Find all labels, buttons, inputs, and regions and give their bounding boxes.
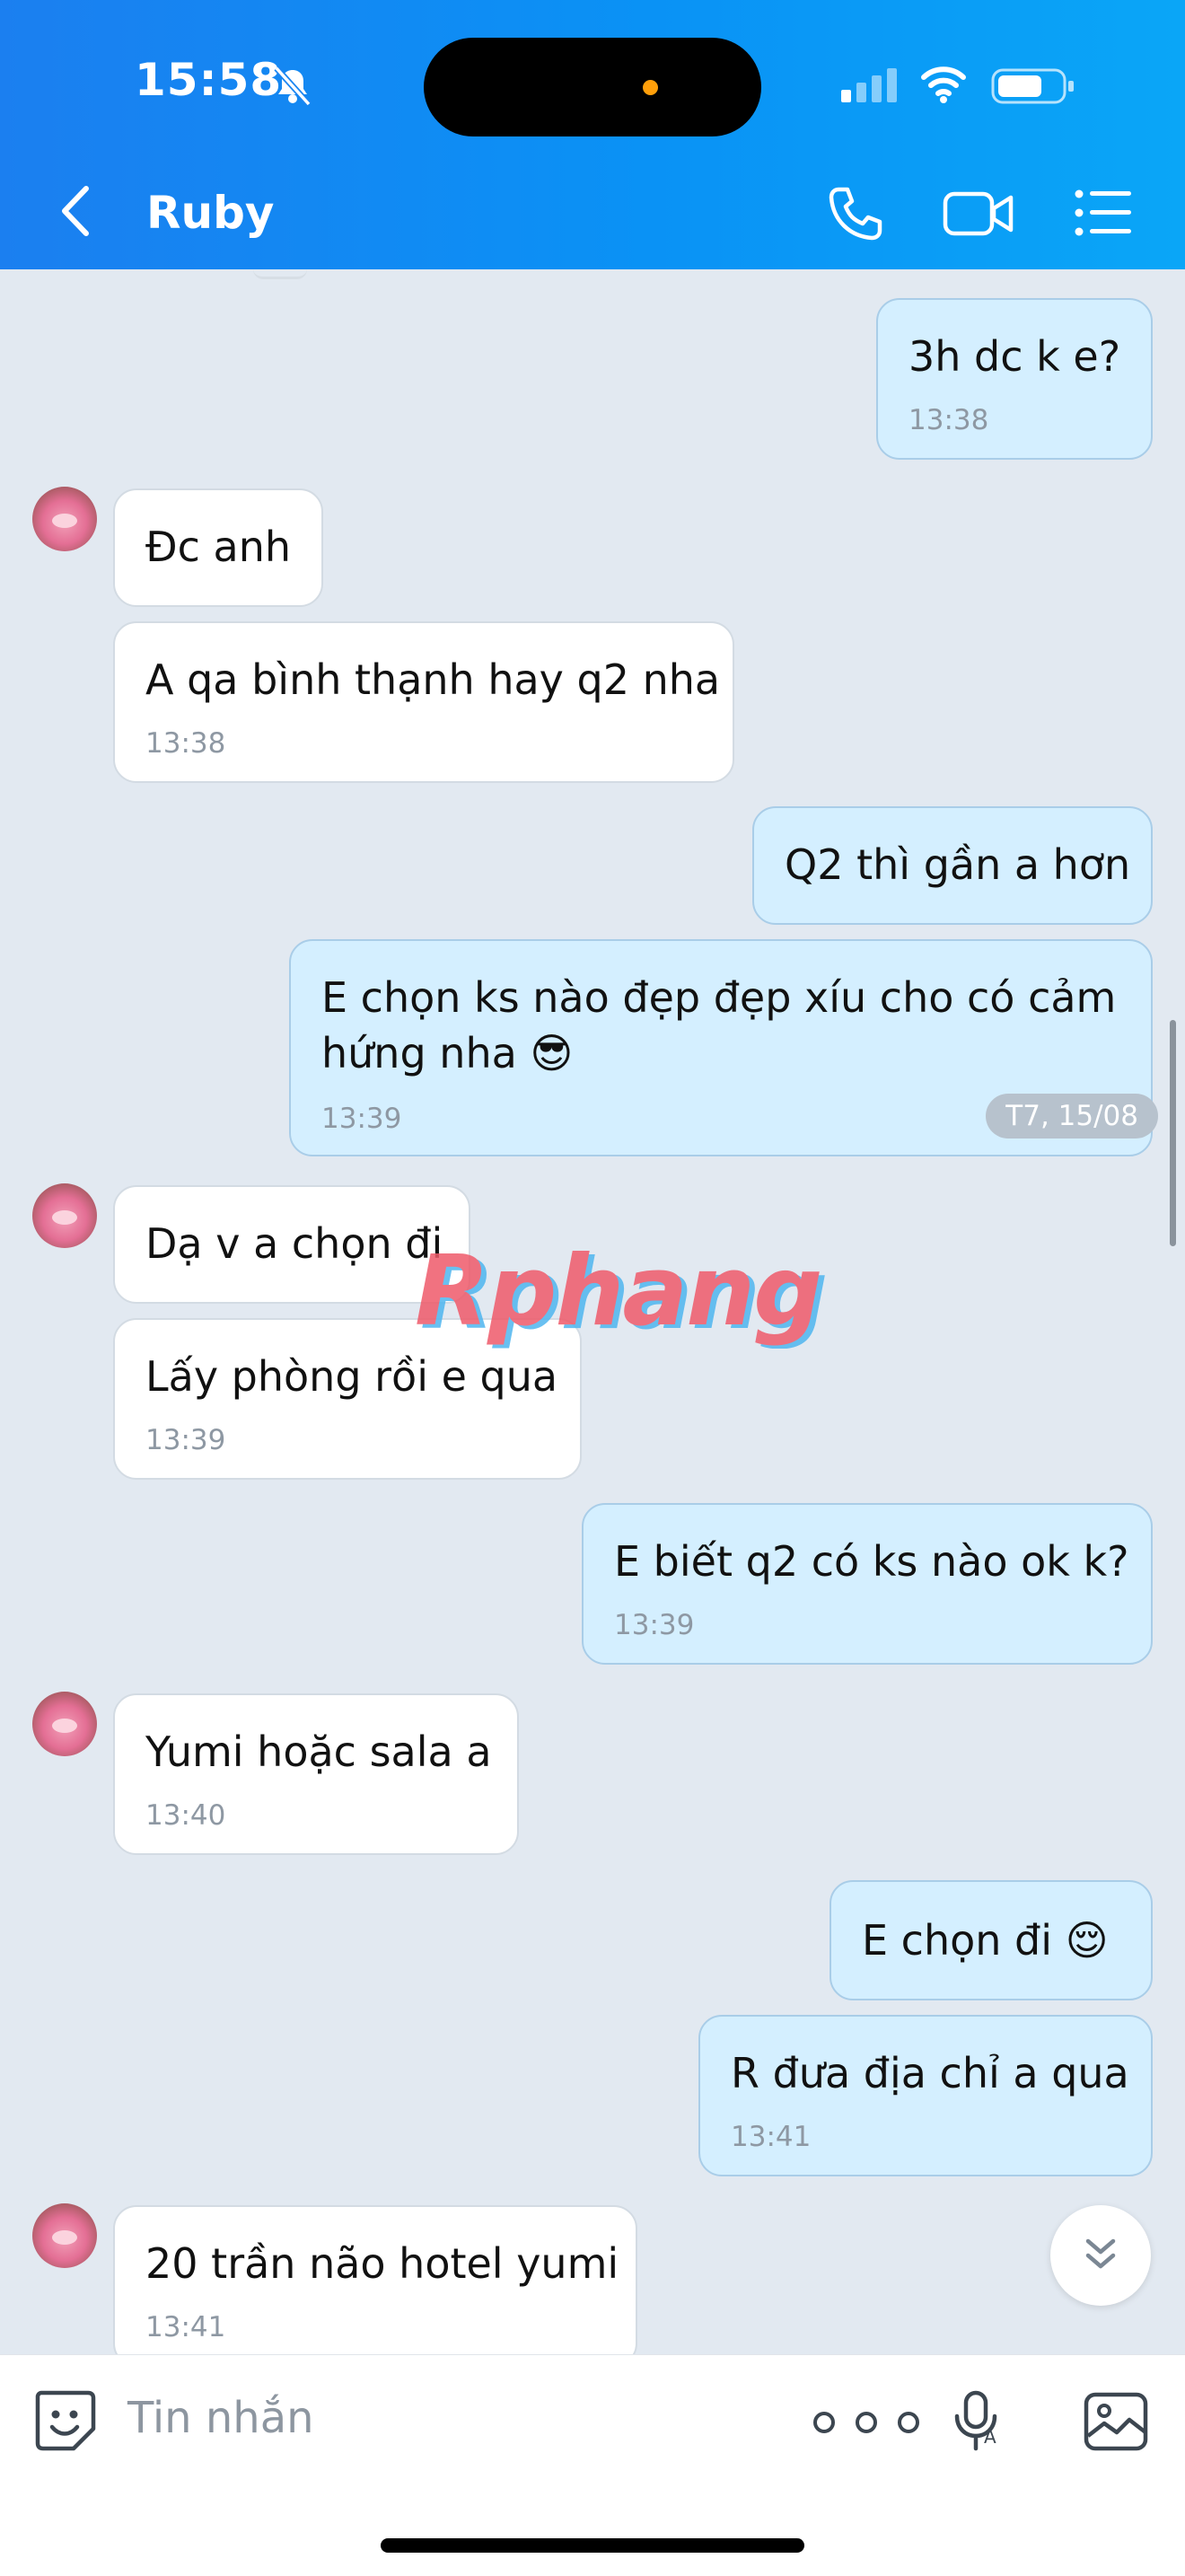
message-text-line2: hứng nha 😎 [321,1029,574,1077]
message-bubble-outgoing[interactable]: R đưa địa chỉ a qua 13:41 [698,2015,1153,2176]
image-button[interactable] [1083,2391,1149,2452]
message-composer: Tin nhắn A [0,2354,1185,2576]
cellular-signal-icon [841,68,897,102]
chat-header: 15:58 Ruby [0,0,1185,269]
message-input[interactable]: Tin nhắn [127,2393,314,2443]
message-bubble-outgoing[interactable]: 3h dc k e? 13:38 [876,298,1153,460]
status-time: 15:58 [135,54,283,106]
message-time: 13:39 [321,1103,402,1135]
wifi-icon [921,66,966,103]
contact-name[interactable]: Ruby [146,187,274,239]
chat-options-button[interactable] [1074,187,1133,239]
message-bubble-outgoing[interactable]: E biết q2 có ks nào ok k? 13:39 [582,1503,1153,1665]
scrollbar[interactable] [1170,1020,1176,1246]
message-bubble-outgoing[interactable]: Q2 thì gần a hơn [752,806,1153,925]
message-time: 13:41 [731,2121,812,2153]
message-bubble-incoming[interactable]: A qa bình thạnh hay q2 nha 13:38 [113,621,734,783]
message-text: 3h dc k e? [908,332,1121,381]
message-text: E chọn ks nào đẹp đẹp xíu cho có cảm [321,973,1117,1022]
message-text: A qa bình thạnh hay q2 nha [145,655,721,704]
home-indicator[interactable] [381,2538,804,2553]
message-text: E biết q2 có ks nào ok k? [614,1537,1129,1586]
message-time: 13:38 [145,727,226,760]
message-text: Dạ v a chọn đi [145,1219,443,1268]
message-bubble-outgoing[interactable]: E chọn đi 😌 [830,1880,1153,2000]
more-options-button[interactable] [808,2409,925,2436]
message-text: Q2 thì gần a hơn [785,840,1131,889]
relieved-emoji-icon: 😌 [1065,1916,1109,1965]
bell-muted-icon [274,66,312,106]
message-text: Yumi hoặc sala a [145,1728,492,1776]
avatar[interactable] [32,2203,97,2268]
scroll-to-bottom-button[interactable] [1050,2205,1151,2306]
avatar[interactable] [32,487,97,551]
dynamic-island [424,38,761,136]
previous-avatar-edge [253,269,307,279]
message-time: 13:38 [908,404,989,436]
avatar[interactable] [32,1692,97,1756]
message-time: 13:39 [145,1424,226,1456]
chevron-double-down-icon [1085,2238,1116,2269]
message-time: 13:40 [145,1799,226,1832]
message-time: 13:41 [145,2311,226,2343]
message-bubble-incoming[interactable]: Yumi hoặc sala a 13:40 [113,1693,519,1855]
avatar[interactable] [32,1183,97,1248]
back-button[interactable] [54,180,99,242]
sticker-button[interactable] [32,2387,97,2452]
message-text: Đc anh [145,523,292,571]
phone-call-button[interactable] [826,184,885,243]
message-bubble-incoming[interactable]: Đc anh [113,488,323,607]
battery-icon [991,68,1074,104]
message-text: 20 trần não hotel yumi [145,2239,619,2288]
date-separator-badge: T7, 15/08 [986,1094,1158,1139]
message-time: 13:39 [614,1609,695,1641]
message-text: E chọn đi 😌 [862,1916,1109,1965]
voice-to-text-button[interactable]: A [952,2389,1002,2454]
svg-text:A: A [984,2426,996,2448]
sunglasses-emoji-icon: 😎 [530,1029,574,1077]
privacy-indicator-dot [643,80,658,95]
video-call-button[interactable] [943,187,1014,241]
message-bubble-incoming[interactable]: 20 trần não hotel yumi 13:41 [113,2205,637,2354]
message-text: Lấy phòng rồi e qua [145,1352,558,1401]
message-text: R đưa địa chỉ a qua [731,2049,1129,2097]
watermark-logo: Rphang [415,1235,822,1348]
